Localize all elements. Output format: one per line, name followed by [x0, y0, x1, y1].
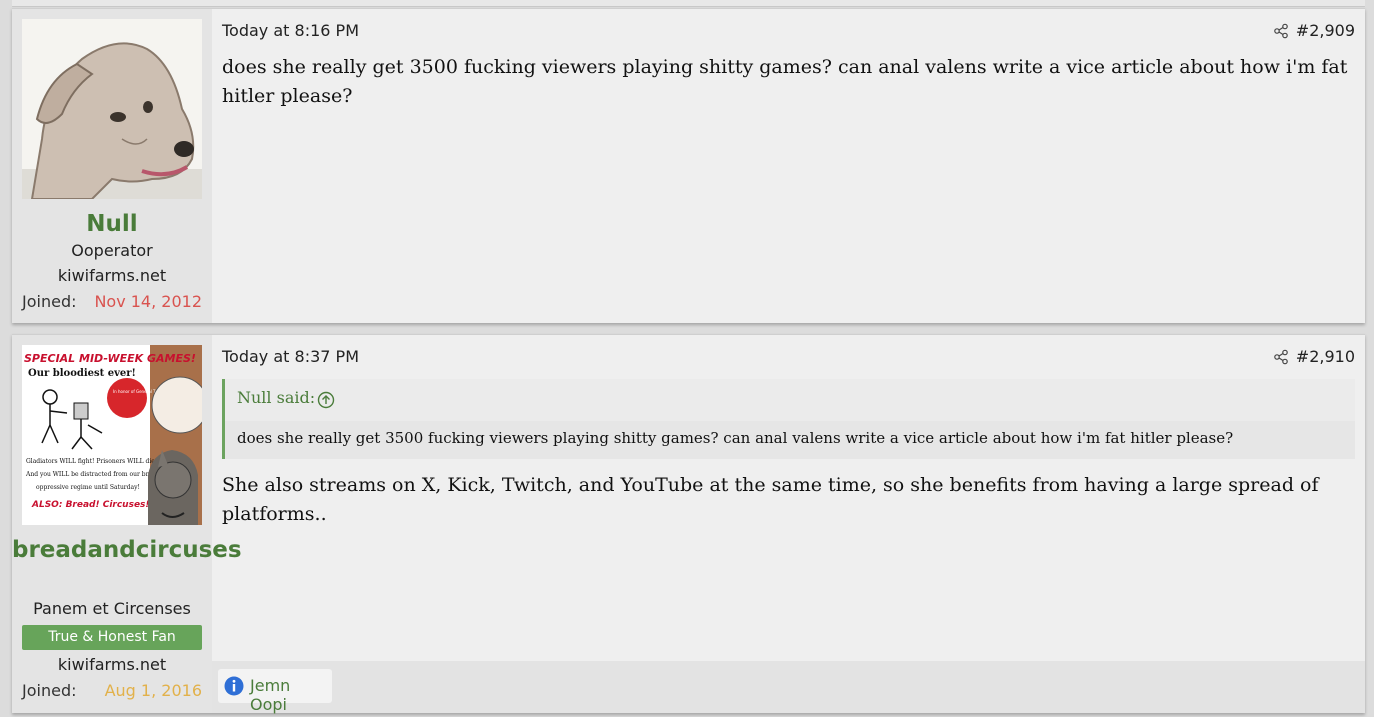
- share-icon[interactable]: [1273, 349, 1289, 365]
- post: SPECIAL MID-WEEK GAMES! Our bloodiest ev…: [12, 334, 1365, 714]
- joined-date: Nov 14, 2012: [94, 292, 202, 311]
- post-date-link[interactable]: Today at 8:37 PM: [222, 347, 359, 366]
- info-icon: [224, 676, 244, 696]
- post-body: She also streams on X, Kick, Twitch, and…: [222, 474, 1319, 525]
- jump-to-quote-icon[interactable]: [317, 391, 335, 409]
- blockquote: Null said: does she really get 3500 fuck…: [222, 379, 1355, 459]
- dog-avatar-image: [22, 19, 202, 199]
- avatar-line-3: oppressive regime until Saturday!: [36, 484, 140, 491]
- user-title: Ooperator: [71, 241, 153, 260]
- user-site: kiwifarms.net: [57, 655, 167, 674]
- post-number-link[interactable]: #2,909: [1296, 21, 1355, 40]
- username-link[interactable]: breadandcircuses: [12, 535, 242, 566]
- reaction-label: Jemn Oopi: [250, 676, 291, 714]
- avatar-headline: SPECIAL MID-WEEK GAMES!: [24, 352, 196, 365]
- joined-date: Aug 1, 2016: [104, 681, 202, 700]
- avatar-line-1: Gladiators WILL fight! Prisoners WILL di…: [26, 458, 157, 465]
- quote-header: Null said:: [225, 379, 1355, 421]
- username-link[interactable]: Null: [12, 209, 212, 240]
- avatar[interactable]: [22, 19, 202, 199]
- user-sidebar: Null Ooperator kiwifarms.net Joined: Nov…: [12, 9, 212, 323]
- avatar-line-4: ALSO: Bread! Circuses!: [31, 500, 150, 510]
- joined-label: Joined:: [22, 292, 77, 311]
- thread-page: Null Ooperator kiwifarms.net Joined: Nov…: [0, 0, 1374, 717]
- user-site: kiwifarms.net: [57, 266, 167, 285]
- poster-avatar-image: SPECIAL MID-WEEK GAMES! Our bloodiest ev…: [22, 345, 202, 525]
- previous-post-edge: [12, 0, 1365, 7]
- quote-text: does she really get 3500 fucking viewers…: [237, 429, 1234, 447]
- post-body: does she really get 3500 fucking viewers…: [222, 56, 1348, 107]
- post-number-link[interactable]: #2,910: [1296, 347, 1355, 366]
- avatar-line-2: And you WILL be distracted from our brut…: [25, 471, 160, 478]
- reaction-button[interactable]: Jemn Oopi: [218, 669, 332, 714]
- post: Null Ooperator kiwifarms.net Joined: Nov…: [12, 8, 1365, 323]
- user-sidebar: SPECIAL MID-WEEK GAMES! Our bloodiest ev…: [12, 335, 242, 713]
- avatar[interactable]: SPECIAL MID-WEEK GAMES! Our bloodiest ev…: [22, 345, 202, 525]
- post-footer: Jemn Oopi: [212, 661, 1365, 714]
- avatar-subhead: Our bloodiest ever!: [28, 368, 136, 379]
- user-banner: True & Honest Fan: [22, 625, 202, 650]
- share-icon[interactable]: [1273, 23, 1289, 39]
- post-date-link[interactable]: Today at 8:16 PM: [222, 21, 359, 40]
- user-title: Panem et Circenses: [33, 599, 191, 618]
- joined-label: Joined:: [22, 681, 77, 700]
- quote-author-link[interactable]: Null said:: [237, 388, 315, 407]
